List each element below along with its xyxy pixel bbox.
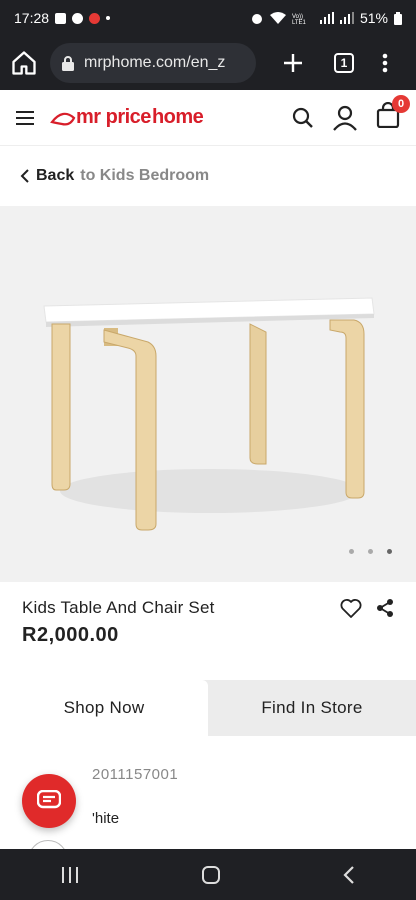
share-icon[interactable] (376, 598, 394, 618)
tab-count-label: 1 (340, 56, 348, 70)
status-time: 17:28 (14, 10, 50, 26)
notification-dot-icon (106, 16, 111, 20)
cart-button[interactable]: 0 (376, 95, 410, 133)
signal-2-icon (339, 12, 354, 24)
system-home-icon[interactable] (201, 865, 221, 885)
logo-roof-icon (50, 112, 76, 125)
messenger-icon (72, 12, 84, 24)
product-price: R2,000.00 (22, 624, 119, 646)
product-image-carousel[interactable] (0, 206, 416, 582)
browser-toolbar: mrphome.com/en_z 1 (0, 36, 416, 90)
signal-icon (319, 12, 334, 24)
tab-shop-now[interactable]: Shop Now (0, 680, 208, 736)
product-color: 'hite (92, 810, 120, 827)
carousel-dot-active[interactable] (387, 549, 392, 554)
carousel-dot[interactable] (349, 549, 354, 554)
battery-percent: 51% (359, 10, 388, 26)
chat-button[interactable] (22, 774, 76, 828)
chat-bubble-icon (37, 790, 61, 809)
system-back-icon[interactable] (342, 865, 356, 885)
back-link[interactable]: Back (36, 167, 74, 185)
gallery-icon (55, 12, 67, 24)
breadcrumb[interactable]: Back to Kids Bedroom (0, 146, 416, 206)
system-nav-bar (0, 849, 416, 900)
tab-find-in-store[interactable]: Find In Store (208, 680, 416, 736)
new-tab-icon[interactable] (282, 52, 304, 74)
purchase-tabs: Shop Now Find In Store (0, 680, 416, 736)
battery-icon (394, 11, 402, 25)
product-image (43, 297, 375, 531)
chevron-left-icon (20, 169, 29, 183)
product-details: 2011157001 'hite (0, 736, 416, 880)
product-info: Kids Table And Chair Set R2,000.00 (0, 582, 416, 680)
vodafone-icon (89, 12, 101, 24)
home-icon[interactable] (10, 49, 38, 77)
site-header: mr price home 0 (0, 90, 416, 146)
status-bar: 17:28 Vo)) LTE1 51% (0, 0, 416, 36)
carousel-dots[interactable] (349, 549, 392, 554)
hamburger-menu-icon[interactable] (16, 110, 36, 126)
url-text: mrphome.com/en_z (84, 54, 226, 71)
recent-apps-icon[interactable] (60, 866, 80, 884)
volte-icon: Vo))LTE1 (292, 14, 307, 24)
site-logo[interactable]: mr price home (50, 106, 204, 129)
search-icon[interactable] (292, 107, 314, 129)
carousel-dot[interactable] (368, 549, 373, 554)
logo-text-home: home (151, 106, 204, 128)
wifi-icon (269, 12, 286, 24)
wishlist-heart-icon[interactable] (340, 598, 362, 618)
logo-text-mr: mr price (76, 106, 151, 128)
alarm-icon (251, 14, 262, 24)
address-bar[interactable]: mrphome.com/en_z (50, 43, 256, 83)
account-icon[interactable] (332, 105, 358, 131)
product-name: Kids Table And Chair Set (22, 598, 215, 617)
lock-icon (62, 55, 74, 71)
svg-text:LTE1: LTE1 (292, 20, 307, 24)
tab-switcher-button[interactable]: 1 (334, 53, 354, 73)
cart-count-badge: 0 (392, 95, 410, 113)
menu-kebab-icon[interactable] (382, 53, 388, 73)
breadcrumb-category[interactable]: to Kids Bedroom (80, 167, 209, 185)
product-sku: 2011157001 (92, 766, 179, 783)
